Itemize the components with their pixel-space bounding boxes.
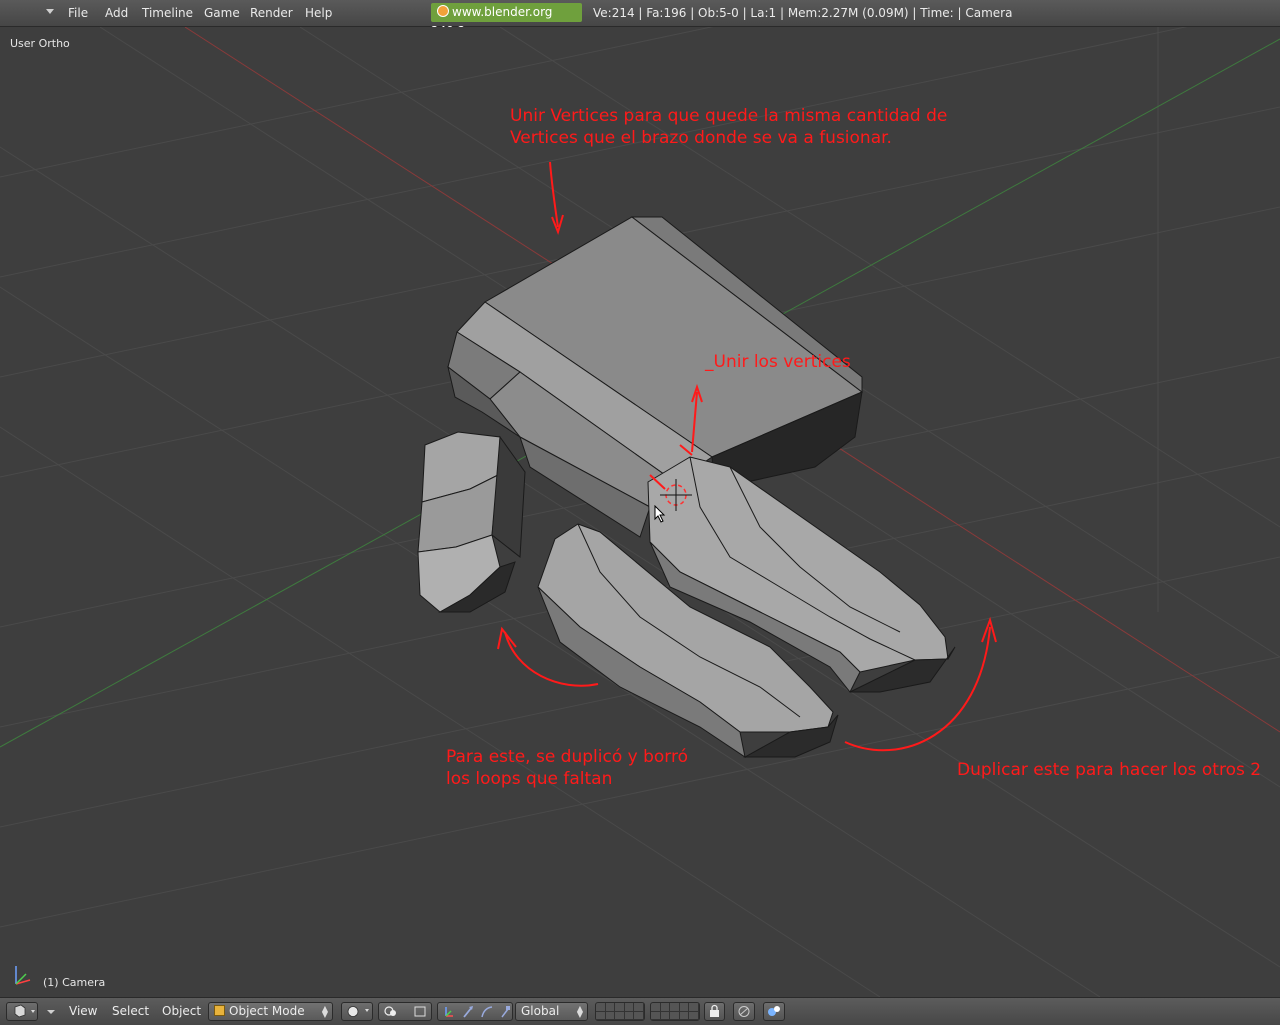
annotation-middle: _Unir los vertices xyxy=(705,352,851,372)
mode-dropdown-label: Object Mode xyxy=(229,1004,305,1018)
transform-manipulator-buttons[interactable] xyxy=(437,1002,513,1021)
blender-version-badge[interactable]: www.blender.org 249.2 xyxy=(431,3,582,38)
annotation-top-line2: Vertices que el brazo donde se va a fusi… xyxy=(510,128,892,148)
annotation-bottom-left-line2: los loops que faltan xyxy=(446,769,613,789)
solid-sphere-icon xyxy=(347,1006,369,1017)
orientation-dropdown[interactable]: Global ▲ ▼ xyxy=(515,1002,588,1021)
annotation-top-line1: Unir Vertices para que quede la misma ca… xyxy=(510,106,948,126)
active-object-label: (1) Camera xyxy=(43,976,106,989)
3d-viewport[interactable]: User Ortho Unir Vertices para que quede … xyxy=(0,27,1280,997)
thumb-mesh[interactable] xyxy=(417,431,526,613)
mouse-pointer-icon xyxy=(654,505,666,523)
collapse-menu-chevron-icon[interactable] xyxy=(46,1008,56,1016)
3d-view-header: View Select Object Object Mode ▲ ▼ Globa… xyxy=(0,997,1280,1025)
menu-file[interactable]: File xyxy=(62,0,94,26)
view-mode-label: User Ortho xyxy=(10,37,70,50)
annotation-bottom-right: Duplicar este para hacer los otros 2 xyxy=(957,760,1262,780)
viewport-scene xyxy=(0,27,1280,997)
3d-view-icon xyxy=(14,1004,35,1018)
orientation-updown-icon: ▲ ▼ xyxy=(576,1004,583,1019)
layer-buttons-group-1[interactable] xyxy=(595,1002,645,1021)
orientation-label: Global xyxy=(521,1004,560,1018)
pivot-and-snap-buttons[interactable] xyxy=(378,1002,432,1021)
menu-render[interactable]: Render xyxy=(244,0,299,26)
proportional-edit-icon xyxy=(738,1006,750,1017)
menu-game[interactable]: Game xyxy=(198,0,246,26)
annotation-bottom-left-line1: Para este, se duplicó y borró xyxy=(446,747,689,767)
menu-view[interactable]: View xyxy=(63,998,103,1025)
menu-select[interactable]: Select xyxy=(106,998,155,1025)
menu-add[interactable]: Add xyxy=(99,0,134,26)
layer-buttons-group-2[interactable] xyxy=(650,1002,700,1021)
mode-dropdown[interactable]: Object Mode ▲ ▼ xyxy=(208,1002,333,1021)
render-preview-button[interactable] xyxy=(763,1002,785,1021)
info-header: File Add Timeline Game Render Help www.b… xyxy=(0,0,1280,38)
editor-type-button[interactable] xyxy=(6,1002,38,1021)
proportional-edit-button[interactable] xyxy=(733,1002,755,1021)
draw-type-button[interactable] xyxy=(341,1002,373,1021)
lock-icon xyxy=(710,1004,719,1017)
editor-type-chevron-icon[interactable] xyxy=(46,9,54,14)
render-icon xyxy=(768,1006,780,1016)
pivot-point-icon xyxy=(384,1006,426,1017)
menu-timeline[interactable]: Timeline xyxy=(136,0,199,26)
lock-layers-button[interactable] xyxy=(704,1002,725,1021)
menu-object[interactable]: Object xyxy=(156,998,207,1025)
menu-help[interactable]: Help xyxy=(299,0,338,26)
object-mode-cube-icon xyxy=(214,1005,225,1016)
dropdown-updown-icon: ▲ ▼ xyxy=(321,1004,328,1019)
blender-logo-icon xyxy=(437,5,449,17)
manipulator-icons xyxy=(445,1006,510,1018)
axis-gizmo-icon xyxy=(15,966,31,985)
scene-stats: Ve:214 | Fa:196 | Ob:5-0 | La:1 | Mem:2.… xyxy=(593,6,1013,20)
